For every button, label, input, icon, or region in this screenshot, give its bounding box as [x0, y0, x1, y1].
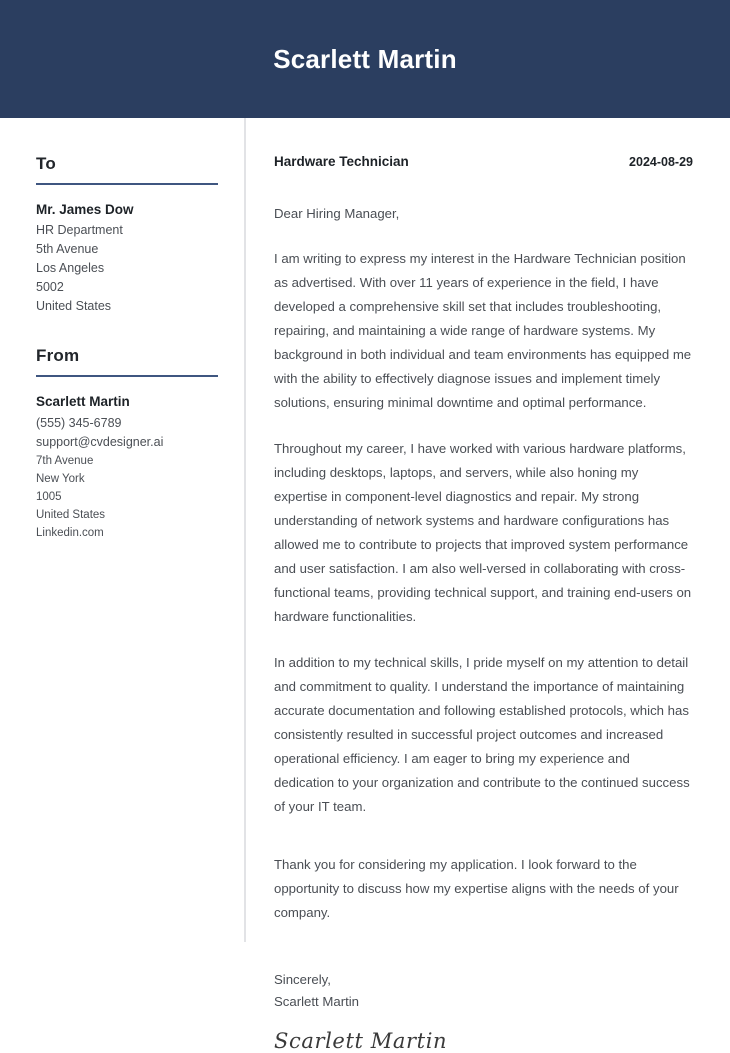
from-rule — [36, 375, 218, 377]
sender-name: Scarlett Martin — [36, 394, 130, 409]
recipient-country: United States — [36, 299, 112, 313]
to-heading: To — [36, 154, 56, 173]
sender-phone: (555) 345-6789 — [36, 416, 122, 430]
sender-country: United States — [36, 509, 106, 521]
letter-meta-row: Hardware Technician 2024-08-29 — [274, 154, 693, 169]
sender-email: support@cvdesigner.ai — [36, 435, 164, 449]
recipient-city: Los Angeles — [36, 261, 105, 275]
sender-street: 7th Avenue — [36, 455, 94, 467]
sender-block: From Scarlett Martin (555) 345-6789 supp… — [36, 346, 218, 542]
letter-paragraph: In addition to my technical skills, I pr… — [274, 655, 690, 814]
sign-off-block: Sincerely, Scarlett Martin Scarlett Mart… — [274, 969, 693, 1053]
salutation: Dear Hiring Manager, — [274, 206, 400, 221]
sender-city: New York — [36, 473, 85, 485]
from-heading: From — [36, 346, 80, 365]
letter-paragraph: I am writing to express my interest in t… — [274, 251, 692, 410]
page-title: Scarlett Martin — [273, 44, 457, 74]
sign-off-text: Sincerely, — [274, 972, 331, 987]
letter-paragraph: Throughout my career, I have worked with… — [274, 441, 692, 624]
sender-postcode: 1005 — [36, 491, 62, 503]
document-header: Scarlett Martin — [0, 0, 730, 118]
sign-off-name: Scarlett Martin — [274, 994, 360, 1009]
sender-linkedin: Linkedin.com — [36, 527, 104, 539]
closing-paragraph: Thank you for considering my application… — [274, 857, 679, 920]
job-title: Hardware Technician — [274, 154, 409, 169]
recipient-name: Mr. James Dow — [36, 202, 134, 217]
to-rule — [36, 183, 218, 185]
signature-image: Scarlett Martin — [274, 1029, 448, 1053]
letter-date: 2024-08-29 — [629, 155, 693, 169]
sidebar: To Mr. James Dow HR Department 5th Avenu… — [0, 118, 244, 542]
document-body: To Mr. James Dow HR Department 5th Avenu… — [0, 118, 730, 1053]
letter-content: Hardware Technician 2024-08-29 Dear Hiri… — [246, 118, 730, 1053]
recipient-street: 5th Avenue — [36, 242, 99, 256]
recipient-department: HR Department — [36, 223, 123, 237]
recipient-postcode: 5002 — [36, 280, 64, 294]
recipient-block: To Mr. James Dow HR Department 5th Avenu… — [36, 154, 218, 316]
